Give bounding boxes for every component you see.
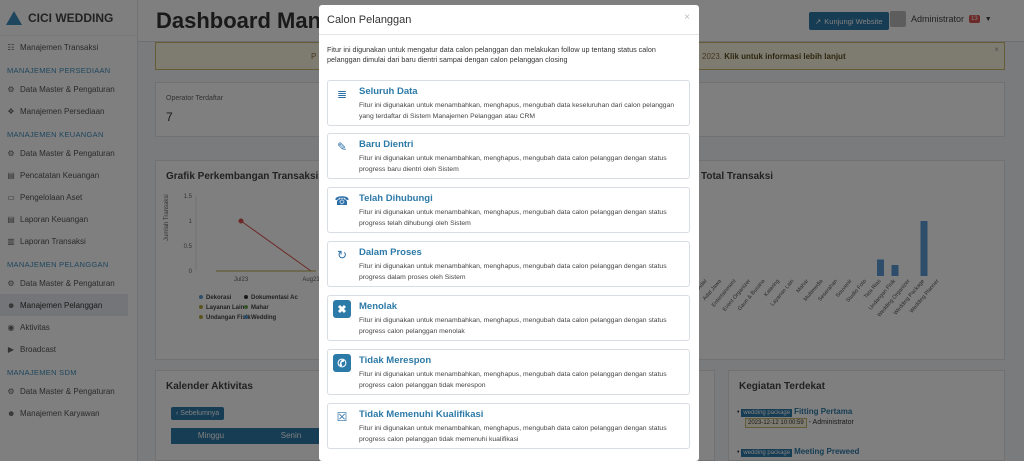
option-card[interactable]: ≣ Seluruh Data Fitur ini digunakan untuk m… — [327, 80, 690, 126]
option-title[interactable]: Tidak Memenuhi Kualifikasi — [359, 409, 483, 420]
modal-description: Fitur ini digunakan untuk mengatur data … — [327, 45, 656, 64]
modal-header: Calon Pelanggan × — [319, 5, 699, 35]
option-description: Fitur ini digunakan untuk menambahkan, m… — [359, 209, 667, 227]
option-card[interactable]: ✎ Baru Dientri Fitur ini digunakan untuk m… — [327, 133, 690, 179]
edit-icon: ✎ — [336, 140, 348, 154]
option-card[interactable]: ✆ Tidak Merespon Fitur ini digunakan untuk… — [327, 349, 690, 395]
calon-pelanggan-modal: Calon Pelanggan × Fitur ini digunakan un… — [319, 5, 699, 461]
modal-title: Calon Pelanggan — [327, 13, 412, 26]
option-title[interactable]: Menolak — [359, 301, 397, 312]
option-title[interactable]: Baru Dientri — [359, 139, 413, 150]
option-title[interactable]: Seluruh Data — [359, 86, 418, 97]
option-description: Fitur ini digunakan untuk menambahkan, m… — [359, 371, 667, 389]
option-card[interactable]: ☒ Tidak Memenuhi Kualifikasi Fitur ini dig… — [327, 403, 690, 449]
option-description: Fitur ini digunakan untuk menambahkan, m… — [359, 425, 667, 443]
close-icon[interactable]: × — [684, 12, 690, 23]
database-icon: ≣ — [336, 87, 348, 101]
calendar-x-icon: ☒ — [336, 410, 348, 424]
reject-icon: ✖ — [333, 300, 351, 318]
option-title[interactable]: Telah Dihubungi — [359, 193, 433, 204]
option-card[interactable]: ☎ Telah Dihubungi Fitur ini digunakan untu… — [327, 187, 690, 233]
option-description: Fitur ini digunakan untuk menambahkan, m… — [359, 263, 667, 281]
option-title[interactable]: Dalam Proses — [359, 247, 422, 258]
phone-icon: ✆ — [333, 354, 351, 372]
refresh-icon: ↻ — [336, 248, 348, 262]
option-description: Fitur ini digunakan untuk menambahkan, m… — [359, 155, 667, 173]
option-card[interactable]: ↻ Dalam Proses Fitur ini digunakan untuk m… — [327, 241, 690, 287]
option-card[interactable]: ✖ Menolak Fitur ini digunakan untuk menamb… — [327, 295, 690, 341]
option-title[interactable]: Tidak Merespon — [359, 355, 431, 366]
phone-ring-icon: ☎ — [334, 194, 350, 208]
option-description: Fitur ini digunakan untuk menambahkan, m… — [359, 317, 667, 335]
option-description: Fitur ini digunakan untuk menambahkan, m… — [359, 102, 675, 120]
